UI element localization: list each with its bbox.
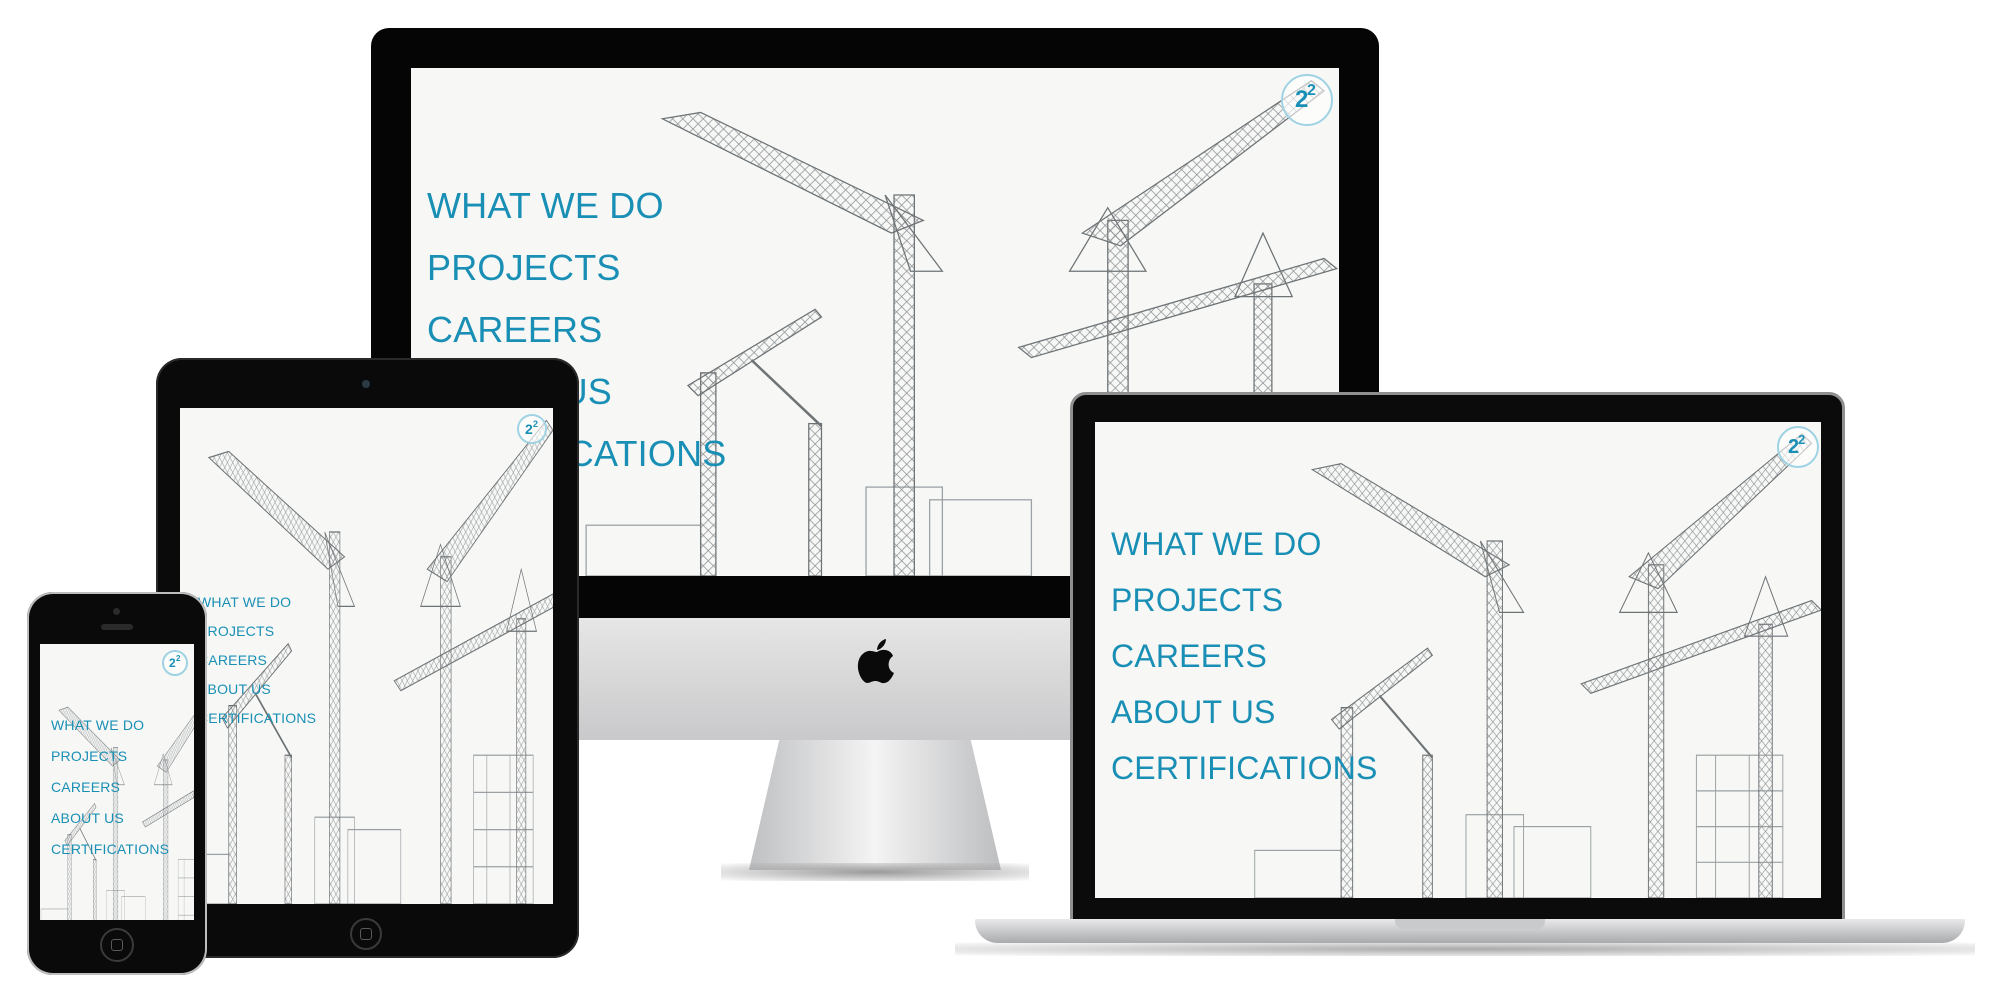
nav-item-projects[interactable]: PROJECTS bbox=[1111, 572, 1378, 628]
apple-logo-icon bbox=[857, 638, 897, 684]
tablet-nav-menu: WHAT WE DO PROJECTS CAREERS ABOUT US CER… bbox=[198, 588, 316, 733]
laptop-screen: 22 WHAT WE DO PROJECTS CAREERS ABOUT US … bbox=[1095, 422, 1821, 898]
nav-item-about-us[interactable]: ABOUT US bbox=[51, 803, 169, 834]
laptop-nav-menu: WHAT WE DO PROJECTS CAREERS ABOUT US CER… bbox=[1111, 516, 1378, 796]
company-logo-icon[interactable]: 22 bbox=[1777, 426, 1819, 468]
company-logo-icon[interactable]: 22 bbox=[162, 650, 188, 676]
phone-camera bbox=[113, 608, 120, 615]
laptop-shadow bbox=[955, 942, 1975, 956]
nav-item-about-us[interactable]: ABOUT US bbox=[1111, 684, 1378, 740]
nav-item-projects[interactable]: PROJECTS bbox=[51, 741, 169, 772]
nav-item-careers[interactable]: CAREERS bbox=[51, 772, 169, 803]
nav-item-careers[interactable]: CAREERS bbox=[427, 299, 726, 361]
nav-item-careers[interactable]: CAREERS bbox=[198, 646, 316, 675]
nav-item-what-we-do[interactable]: WHAT WE DO bbox=[1111, 516, 1378, 572]
phone-nav-menu: WHAT WE DO PROJECTS CAREERS ABOUT US CER… bbox=[51, 710, 169, 865]
nav-item-what-we-do[interactable]: WHAT WE DO bbox=[198, 588, 316, 617]
nav-item-certifications[interactable]: CERTIFICATIONS bbox=[1111, 740, 1378, 796]
nav-item-about-us[interactable]: ABOUT US bbox=[198, 675, 316, 704]
nav-item-projects[interactable]: PROJECTS bbox=[427, 237, 726, 299]
tablet-camera bbox=[362, 380, 370, 388]
phone-screen: 22 WHAT WE DO PROJECTS CAREERS ABOUT US … bbox=[40, 644, 194, 920]
tablet-home-button[interactable] bbox=[350, 918, 382, 950]
company-logo-icon[interactable]: 22 bbox=[1281, 74, 1333, 126]
phone-device: 22 WHAT WE DO PROJECTS CAREERS ABOUT US … bbox=[27, 592, 207, 975]
desktop-stand bbox=[749, 740, 1001, 870]
company-logo-icon[interactable]: 22 bbox=[517, 414, 547, 444]
nav-item-certifications[interactable]: CERTIFICATIONS bbox=[198, 704, 316, 733]
tablet-device: 22 WHAT WE DO PROJECTS CAREERS ABOUT US … bbox=[156, 358, 579, 958]
nav-item-projects[interactable]: PROJECTS bbox=[198, 617, 316, 646]
nav-item-what-we-do[interactable]: WHAT WE DO bbox=[427, 175, 726, 237]
nav-item-careers[interactable]: CAREERS bbox=[1111, 628, 1378, 684]
tablet-screen: 22 WHAT WE DO PROJECTS CAREERS ABOUT US … bbox=[180, 408, 553, 904]
laptop-notch bbox=[1395, 919, 1545, 929]
phone-speaker bbox=[101, 624, 133, 630]
laptop-device: 22 WHAT WE DO PROJECTS CAREERS ABOUT US … bbox=[955, 392, 1975, 962]
nav-item-what-we-do[interactable]: WHAT WE DO bbox=[51, 710, 169, 741]
phone-home-button[interactable] bbox=[100, 928, 134, 962]
nav-item-certifications[interactable]: CERTIFICATIONS bbox=[51, 834, 169, 865]
